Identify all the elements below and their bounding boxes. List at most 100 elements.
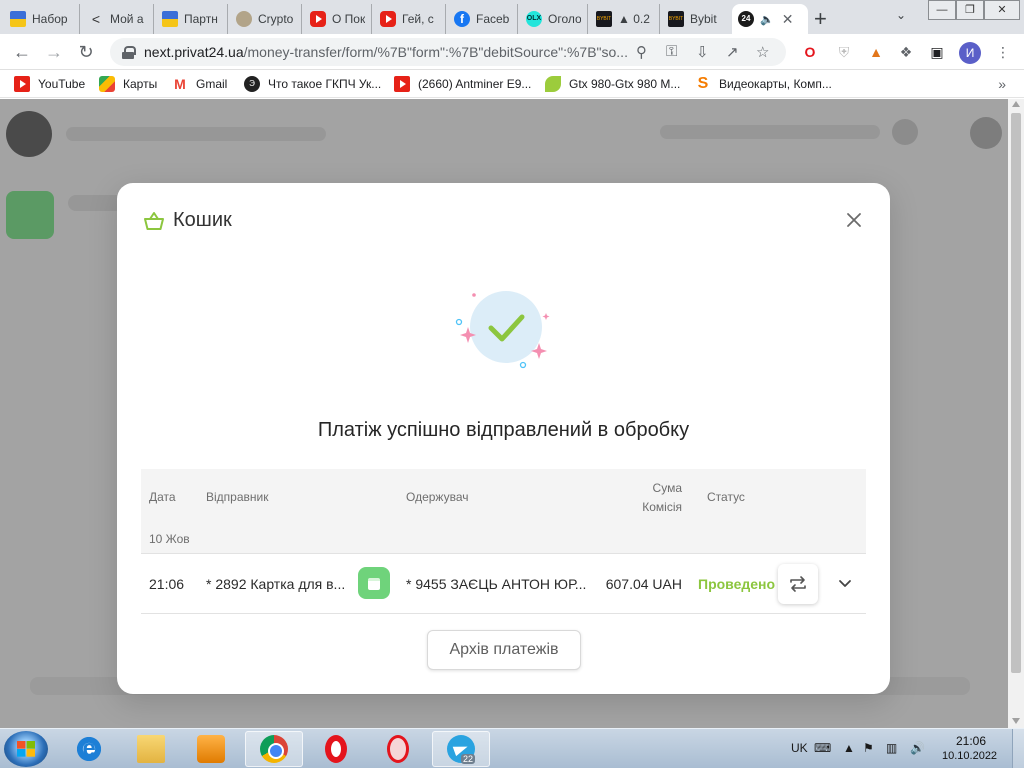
cart-modal: Кошик Платіж успішно відправлений в обро…: [117, 183, 890, 694]
action-center-flag-icon[interactable]: ⚑: [863, 741, 874, 755]
chevron-down-icon[interactable]: [835, 574, 855, 594]
browser-tab-1[interactable]: Набор: [4, 4, 80, 34]
share-page-icon[interactable]: ↗: [726, 43, 739, 61]
reload-icon[interactable]: ↻: [74, 40, 98, 64]
language-indicator[interactable]: UK: [791, 741, 808, 755]
blurred-balance: [660, 125, 880, 139]
forward-arrow-icon[interactable]: →: [42, 40, 66, 64]
bookmark-label: Gtx 980-Gtx 980 M...: [569, 77, 681, 91]
modal-title: Кошик: [173, 209, 232, 231]
browser-tab-3[interactable]: Партн: [156, 4, 228, 34]
scrollbar-thumb[interactable]: [1011, 113, 1021, 673]
volume-icon[interactable]: 🔊: [910, 741, 925, 755]
tab-label: Партн: [184, 12, 218, 26]
bookmark-label: Видеокарты, Комп...: [719, 77, 832, 91]
internet-explorer-icon: e: [75, 735, 103, 763]
browser-tab-active[interactable]: 24 🔈 ✕: [732, 4, 808, 34]
tab-label: Гей, с: [402, 12, 434, 26]
taskbar-chrome[interactable]: [245, 731, 303, 767]
row-sender: * 2892 Картка для в...: [206, 576, 346, 592]
bookmark-antminer[interactable]: (2660) Antminer E9...: [394, 76, 531, 92]
bookmark-youtube[interactable]: YouTube: [14, 76, 85, 92]
table-row[interactable]: 21:06 * 2892 Картка для в... * 9455 ЗАЄЦ…: [141, 554, 866, 614]
bookmark-gtx[interactable]: Gtx 980-Gtx 980 M...: [545, 76, 680, 92]
facebook-icon: f: [454, 11, 470, 27]
bookmark-star-icon[interactable]: ☆: [756, 43, 769, 61]
browser-tab-5[interactable]: О Пок: [304, 4, 372, 34]
browser-tab-2[interactable]: < Мой а: [82, 4, 154, 34]
browser-tab-6[interactable]: Гей, с: [374, 4, 446, 34]
bookmark-gkpch[interactable]: Э Что такое ГКПЧ Ук...: [244, 76, 381, 92]
back-arrow-icon[interactable]: ←: [10, 40, 34, 64]
lock-icon[interactable]: [122, 46, 136, 59]
group-date: 10 Жов: [149, 532, 190, 546]
column-sender: Відправник: [206, 490, 269, 504]
repeat-icon: [790, 576, 806, 592]
bookmark-maps[interactable]: Карты: [99, 76, 157, 92]
show-desktop-button[interactable]: [1012, 729, 1024, 768]
address-bar[interactable]: next.privat24.ua/money-transfer/form/%7B…: [110, 38, 786, 66]
shield-extension-icon[interactable]: ⛨: [834, 42, 854, 62]
extensions-puzzle-icon[interactable]: ❖: [896, 42, 916, 62]
taskbar-opera[interactable]: [307, 731, 365, 767]
column-recipient: Одержувач: [406, 490, 469, 504]
windows-taskbar: e 22 UK ⌨ ▲ ⚑ ▥ 🔊 21:06 10.10.2022: [0, 728, 1024, 768]
close-window-button[interactable]: ✕: [984, 0, 1020, 20]
kebab-menu-icon[interactable]: ⋮: [993, 42, 1013, 62]
browser-toolbar: ← → ↻ next.privat24.ua/money-transfer/fo…: [0, 34, 1024, 70]
metamask-fox-icon[interactable]: ▲: [866, 42, 886, 62]
tab-label: О Пок: [332, 12, 365, 26]
basket-icon: [144, 211, 164, 230]
opera-extension-icon[interactable]: O: [800, 42, 820, 62]
bybit-icon: BYBIT: [668, 11, 684, 27]
media-player-icon: [197, 735, 225, 763]
tab-label: Набор: [32, 12, 68, 26]
ukraine-flag-icon: [162, 11, 178, 27]
install-app-icon[interactable]: ⇩: [696, 43, 709, 61]
restore-button[interactable]: ❐: [956, 0, 984, 20]
repeat-payment-button[interactable]: [778, 564, 818, 604]
tab-label: Мой а: [110, 12, 144, 26]
taskbar-media-player[interactable]: [182, 731, 240, 767]
new-tab-button[interactable]: +: [814, 6, 827, 32]
network-signal-icon[interactable]: ▥: [886, 741, 897, 755]
gmail-icon: M: [174, 76, 186, 92]
payments-archive-button[interactable]: Архів платежів: [427, 630, 581, 670]
tray-expand-icon[interactable]: ▲: [843, 741, 855, 755]
taskbar-explorer[interactable]: [122, 731, 180, 767]
tab-search-chevron-icon[interactable]: ⌄: [896, 8, 906, 22]
key-icon[interactable]: ⚿: [666, 43, 677, 60]
browser-tab-4[interactable]: Crypto: [230, 4, 302, 34]
browser-tab-9[interactable]: BYBIT ▲ 0.2: [590, 4, 660, 34]
browser-tab-strip: Набор < Мой а Партн Crypto О Пок Гей, с …: [0, 0, 1024, 34]
close-icon[interactable]: [846, 212, 862, 228]
clock-date[interactable]: 10.10.2022: [942, 750, 997, 762]
start-button[interactable]: [4, 731, 48, 767]
browser-tab-10[interactable]: BYBIT Bybit: [662, 4, 732, 34]
bookmark-gmail[interactable]: M Gmail: [172, 76, 227, 92]
column-status: Статус: [707, 490, 745, 504]
gkpch-icon: Э: [244, 76, 260, 92]
opera-icon: [325, 735, 347, 763]
taskbar-opera-gx[interactable]: [369, 731, 427, 767]
scroll-up-arrow-icon[interactable]: [1012, 101, 1020, 107]
row-status: Проведено: [698, 576, 776, 592]
keyboard-icon[interactable]: ⌨: [814, 741, 831, 755]
minimize-button[interactable]: —: [928, 0, 956, 20]
location-pin-icon[interactable]: ⚲: [636, 43, 647, 61]
scroll-down-arrow-icon[interactable]: [1012, 718, 1020, 724]
browser-tab-8[interactable]: OLX Оголо: [520, 4, 588, 34]
bookmark-label: Что такое ГКПЧ Ук...: [268, 77, 382, 91]
bookmarks-overflow-icon[interactable]: »: [998, 76, 1006, 92]
clock-time[interactable]: 21:06: [956, 734, 986, 748]
taskbar-ie[interactable]: e: [60, 731, 118, 767]
side-panel-icon[interactable]: ▣: [927, 42, 947, 62]
s-icon: S: [697, 75, 709, 92]
page-scrollbar[interactable]: [1008, 99, 1024, 728]
close-tab-icon[interactable]: ✕: [782, 11, 794, 28]
bookmark-videocards[interactable]: S Видеокарты, Комп...: [695, 76, 832, 92]
modal-header: Кошик: [143, 209, 232, 232]
row-amount: 607.04 UAH: [605, 576, 682, 592]
profile-avatar[interactable]: И: [959, 42, 981, 64]
browser-tab-7[interactable]: f Faceb: [448, 4, 518, 34]
